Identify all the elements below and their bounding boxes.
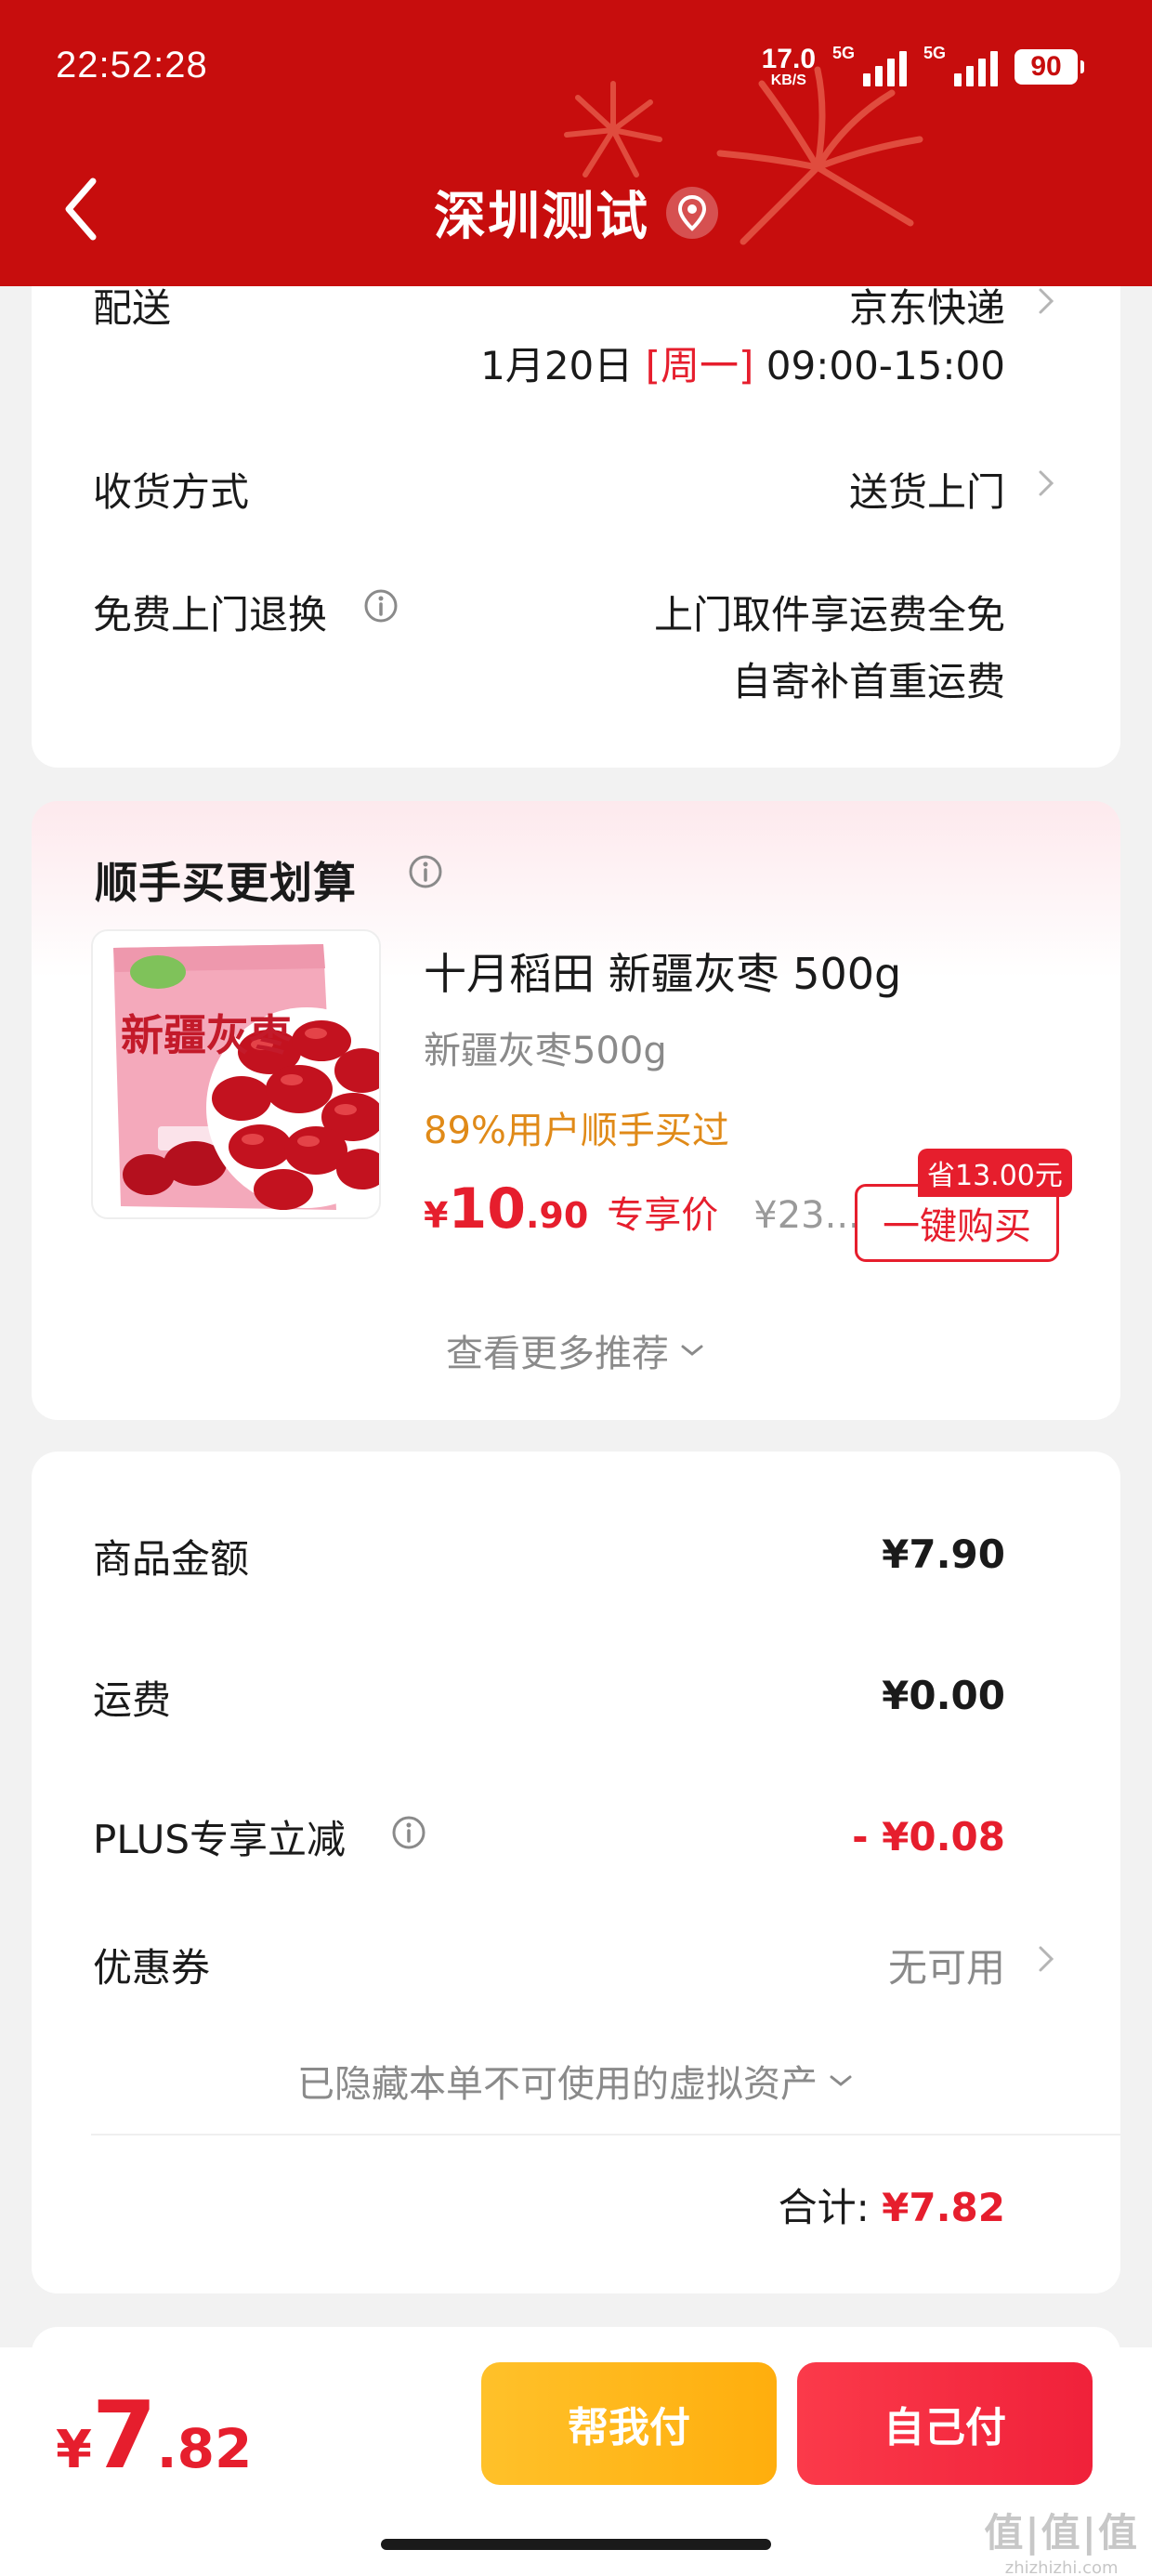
info-icon[interactable]	[390, 1814, 427, 1851]
price-currency: ¥	[424, 1195, 449, 1236]
hidden-assets-link[interactable]: 已隐藏本单不可使用的虚拟资产	[32, 2054, 1120, 2108]
delivery-window: 09:00-15:00	[766, 343, 1005, 388]
battery-level: 90	[1030, 51, 1062, 82]
goods-amount-label: 商品金额	[93, 1536, 250, 1582]
delivery-time[interactable]: 1月20日 [周一] 09:00-15:00	[480, 335, 1005, 391]
bottom-price-decimal: .82	[156, 2417, 253, 2480]
watermark-line2: zhizhizhi.com	[1004, 2558, 1119, 2576]
signal-type-label: 5G	[832, 44, 856, 62]
signal-type-label: 5G	[923, 44, 947, 62]
info-icon[interactable]	[407, 853, 444, 890]
product-name[interactable]: 十月稻田 新疆灰枣 500g	[424, 940, 901, 1002]
signal-icon: 5G	[832, 44, 907, 90]
free-return-line1: 上门取件享运费全免	[653, 592, 1005, 637]
title-group[interactable]: 深圳测试	[0, 175, 1152, 250]
receive-method-label: 收货方式	[93, 469, 250, 515]
order-total-value: ¥7.82	[882, 2185, 1005, 2230]
plus-discount-label: PLUS专享立减	[93, 1817, 347, 1862]
network-speed-value: 17.0	[761, 44, 816, 74]
bottom-price-integer: 7	[91, 2381, 157, 2490]
jujube-package-image: 新疆灰枣	[113, 944, 379, 1210]
divider	[91, 2134, 1120, 2136]
status-icons: 17.0 KB/S 5G 5G 90	[762, 41, 1084, 93]
firework-decoration-icon	[564, 81, 662, 177]
signal-icon: 5G	[923, 44, 998, 90]
chevron-down-icon	[830, 2075, 852, 2086]
shipping-label: 运费	[93, 1677, 172, 1723]
watermark-logo: 值|值|值 zhizhizhi.com	[984, 2502, 1139, 2576]
pay-myself-button[interactable]: 自己付	[797, 2362, 1093, 2485]
bottom-currency: ¥	[56, 2420, 92, 2480]
save-badge: 省13.00元	[918, 1149, 1072, 1197]
product-price: ¥ 10 .90 专享价 ¥23....	[424, 1176, 872, 1242]
location-pin-icon[interactable]	[666, 186, 718, 239]
order-total-label: 合计:	[778, 2185, 870, 2230]
recommend-title: 顺手买更划算	[95, 858, 357, 908]
page-title: 深圳测试	[434, 187, 649, 247]
price-integer: 10	[448, 1176, 526, 1242]
chevron-down-icon	[681, 1345, 703, 1356]
header-bar: 22:52:28 17.0 KB/S 5G 5G 90 深圳测试	[0, 0, 1152, 286]
plus-discount-value: - ¥0.08	[852, 1814, 1005, 1860]
package-text: 新疆灰枣	[121, 1010, 293, 1060]
receive-method-value[interactable]: 送货上门	[849, 461, 1005, 518]
shipping-value: ¥0.00	[882, 1673, 1005, 1718]
free-return-label: 免费上门退换	[93, 592, 328, 637]
price-decimal: .90	[525, 1195, 589, 1236]
network-speed: 17.0 KB/S	[762, 46, 816, 88]
help-me-pay-button[interactable]: 帮我付	[481, 2362, 777, 2485]
delivery-date: 1月20日	[480, 343, 634, 388]
order-total: 合计: ¥7.82	[779, 2176, 1005, 2233]
order-summary-card: 商品金额 ¥7.90 运费 ¥0.00 PLUS专享立减 - ¥0.08 优惠券…	[32, 1452, 1120, 2293]
more-recommend-label: 查看更多推荐	[446, 1333, 669, 1375]
product-image[interactable]: 新疆灰枣	[91, 929, 381, 1219]
chevron-right-icon	[1039, 288, 1054, 314]
info-icon[interactable]	[362, 587, 399, 624]
product-spec: 新疆灰枣500g	[424, 1030, 667, 1072]
free-return-line2: 自寄补首重运费	[731, 659, 1005, 704]
delivery-weekday: [周一]	[645, 343, 754, 388]
recommend-card: 顺手买更划算 新疆灰枣 十月稻田 新疆灰枣 500g 新疆灰枣500g 89%用…	[32, 801, 1120, 1420]
price-tag: 专享价	[607, 1194, 719, 1237]
battery-icon: 90	[1015, 49, 1084, 85]
network-speed-unit: KB/S	[770, 72, 806, 88]
product-buy-rate: 89%用户顺手买过	[424, 1110, 729, 1152]
bottom-total-price: ¥ 7 .82	[56, 2381, 252, 2492]
more-recommend-link[interactable]: 查看更多推荐	[32, 1323, 1120, 1377]
chevron-right-icon	[1039, 470, 1054, 496]
chevron-right-icon	[1039, 1946, 1054, 1972]
status-time: 22:52:28	[56, 45, 208, 85]
delivery-card: 配送 京东快递 1月20日 [周一] 09:00-15:00 收货方式 送货上门…	[32, 204, 1120, 768]
hidden-assets-label: 已隐藏本单不可使用的虚拟资产	[297, 2063, 818, 2106]
coupon-value[interactable]: 无可用	[888, 1937, 1005, 1993]
goods-amount-value: ¥7.90	[882, 1531, 1005, 1577]
home-indicator[interactable]	[381, 2539, 771, 2550]
coupon-label: 优惠券	[93, 1945, 211, 1991]
watermark-line1: 值|值|值	[984, 2510, 1139, 2556]
